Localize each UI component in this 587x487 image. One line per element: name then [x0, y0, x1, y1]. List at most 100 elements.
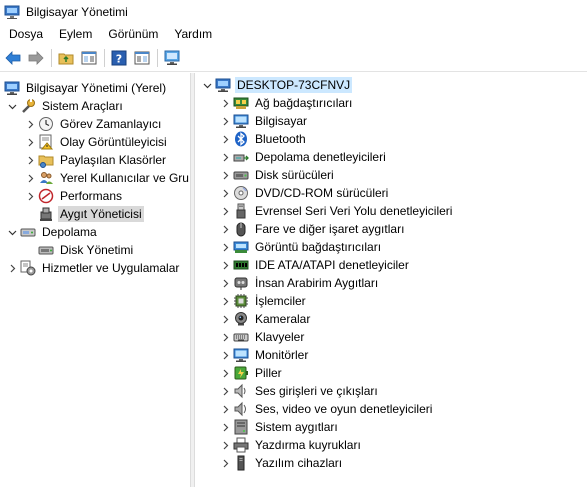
menu-file[interactable]: Dosya: [0, 24, 51, 44]
tree-item-bilgisayar-yonetimi-yerel[interactable]: Bilgisayar Yönetimi (Yerel): [4, 79, 168, 97]
device-category-label: Monitörler: [255, 348, 309, 362]
device-category-bluetooth[interactable]: Bluetooth: [219, 130, 308, 148]
device-category-label: Ses girişleri ve çıkışları: [255, 384, 378, 398]
chevron-right-icon[interactable]: [219, 367, 231, 379]
computer-icon: [215, 77, 231, 93]
chevron-right-icon[interactable]: [219, 187, 231, 199]
chevron-right-icon[interactable]: [219, 313, 231, 325]
chevron-right-icon[interactable]: [219, 295, 231, 307]
chevron-right-icon[interactable]: [219, 331, 231, 343]
menu-action[interactable]: Eylem: [51, 24, 100, 44]
services-icon: [20, 260, 36, 276]
chevron-right-icon[interactable]: [24, 172, 36, 184]
device-category-yazilim-cihazlari[interactable]: Yazılım cihazları: [219, 454, 344, 472]
device-category-label: Bluetooth: [255, 132, 306, 146]
back-arrow-icon: [5, 50, 21, 65]
chevron-down-icon[interactable]: [6, 226, 18, 238]
network-adapter-icon: [233, 95, 249, 111]
chevron-right-icon[interactable]: [219, 97, 231, 109]
hid-icon: [233, 275, 249, 291]
device-category-label: Yazdırma kuyrukları: [255, 438, 361, 452]
device-category-bilgisayar[interactable]: Bilgisayar: [219, 112, 309, 130]
chevron-right-icon[interactable]: [219, 133, 231, 145]
device-category-ide-ata-atapi-denetleyiciler[interactable]: IDE ATA/ATAPI denetleyiciler: [219, 256, 411, 274]
tree-item-gorev-zamanlayici[interactable]: Görev Zamanlayıcı: [24, 115, 163, 133]
tree-item-yerel-kullanicilar-ve-gru[interactable]: Yerel Kullanıcılar ve Gru: [24, 169, 190, 187]
tree-item-paylasilan-klasorler[interactable]: Paylaşılan Klasörler: [24, 151, 168, 169]
up-level-button[interactable]: [56, 48, 76, 68]
chevron-down-icon[interactable]: [201, 79, 213, 91]
chevron-right-icon[interactable]: [6, 262, 18, 274]
tree-item-olay-goruntuleyicisi[interactable]: Olay Görüntüleyicisi: [24, 133, 169, 151]
system-device-icon: [233, 419, 249, 435]
device-category-ses-video-ve-oyun-denetleyicileri[interactable]: Ses, video ve oyun denetleyicileri: [219, 400, 434, 418]
speaker-icon: [233, 383, 249, 399]
chevron-right-icon[interactable]: [24, 154, 36, 166]
scan-hardware-button[interactable]: [162, 48, 182, 68]
sound-icon: [233, 401, 249, 417]
chevron-right-icon[interactable]: [219, 349, 231, 361]
device-category-label: Disk sürücüleri: [255, 168, 334, 182]
tree-item-aygit-yoneticisi[interactable]: Aygıt Yöneticisi: [24, 205, 144, 223]
menu-help[interactable]: Yardım: [166, 24, 220, 44]
chevron-right-icon[interactable]: [219, 223, 231, 235]
chevron-right-icon[interactable]: [24, 136, 36, 148]
chevron-right-icon[interactable]: [219, 385, 231, 397]
chevron-right-icon[interactable]: [24, 190, 36, 202]
chevron-right-icon[interactable]: [219, 205, 231, 217]
console-tree[interactable]: Bilgisayar Yönetimi (Yerel) Sistem Araçla…: [0, 73, 190, 487]
back-button[interactable]: [3, 48, 23, 68]
chevron-right-icon[interactable]: [219, 403, 231, 415]
tree-item-performans[interactable]: Performans: [24, 187, 124, 205]
device-category-evrensel-seri-veri-yolu-denetleyicileri[interactable]: Evrensel Seri Veri Yolu denetleyicileri: [219, 202, 454, 220]
tree-item-label: Performans: [60, 189, 123, 203]
device-category-dvd-cd-rom-suruculeri[interactable]: DVD/CD-ROM sürücüleri: [219, 184, 390, 202]
chevron-right-icon[interactable]: [219, 277, 231, 289]
device-category-fare-ve-diger-isaret-aygitlari[interactable]: Fare ve diğer işaret aygıtları: [219, 220, 406, 238]
forward-button[interactable]: [26, 48, 46, 68]
device-category-kameralar[interactable]: Kameralar: [219, 310, 312, 328]
printer-icon: [233, 437, 249, 453]
device-category-monitorler[interactable]: Monitörler: [219, 346, 310, 364]
device-category-disk-suruculeri[interactable]: Disk sürücüleri: [219, 166, 336, 184]
chevron-right-icon[interactable]: [219, 457, 231, 469]
device-category-islemciler[interactable]: İşlemciler: [219, 292, 308, 310]
device-tree[interactable]: DESKTOP-73CFNVJ Ağ bağdaştırıcıları Bilgi…: [195, 73, 587, 487]
device-category-depolama-denetleyicileri[interactable]: Depolama denetleyicileri: [219, 148, 388, 166]
chevron-right-icon[interactable]: [219, 439, 231, 451]
chevron-right-icon[interactable]: [219, 115, 231, 127]
tree-item-depolama[interactable]: Depolama: [6, 223, 99, 241]
device-category-label: Evrensel Seri Veri Yolu denetleyicileri: [255, 204, 453, 218]
usb-icon: [233, 203, 249, 219]
device-category-ag-bagdastiricilari[interactable]: Ağ bağdaştırıcıları: [219, 94, 354, 112]
tree-item-hizmetler-ve-uygulamalar[interactable]: Hizmetler ve Uygulamalar: [6, 259, 181, 277]
chevron-right-icon[interactable]: [219, 241, 231, 253]
tree-item-label: Olay Görüntüleyicisi: [60, 135, 167, 149]
chevron-right-icon[interactable]: [219, 259, 231, 271]
device-category-klavyeler[interactable]: Klavyeler: [219, 328, 306, 346]
chevron-right-icon[interactable]: [24, 118, 36, 130]
device-category-piller[interactable]: Piller: [219, 364, 284, 382]
chevron-right-icon[interactable]: [219, 421, 231, 433]
tree-item-label: Depolama: [42, 225, 97, 239]
menu-view[interactable]: Görünüm: [100, 24, 166, 44]
device-category-sistem-aygitlari[interactable]: Sistem aygıtları: [219, 418, 340, 436]
help-button[interactable]: ?: [109, 48, 129, 68]
show-hide-tree-button[interactable]: [79, 48, 99, 68]
dvd-icon: [233, 185, 249, 201]
device-category-yazdirma-kuyruklari[interactable]: Yazdırma kuyrukları: [219, 436, 363, 454]
tree-item-sistem-araclari[interactable]: Sistem Araçları: [6, 97, 125, 115]
device-category-ses-girisleri-ve-cikislari[interactable]: Ses girişleri ve çıkışları: [219, 382, 380, 400]
device-category-goruntu-bagdastiricilari[interactable]: Görüntü bağdaştırıcıları: [219, 238, 383, 256]
device-category-insan-arabirim-aygitlari[interactable]: İnsan Arabirim Aygıtları: [219, 274, 380, 292]
toolbar-separator: [51, 48, 52, 67]
chevron-right-icon[interactable]: [219, 151, 231, 163]
device-root-label: DESKTOP-73CFNVJ: [235, 77, 353, 93]
device-root-row[interactable]: DESKTOP-73CFNVJ: [201, 76, 353, 94]
device-category-label: IDE ATA/ATAPI denetleyiciler: [255, 258, 409, 272]
chevron-right-icon[interactable]: [219, 169, 231, 181]
tree-item-disk-yonetimi[interactable]: Disk Yönetimi: [24, 241, 135, 259]
properties-pane-button[interactable]: [132, 48, 152, 68]
chevron-down-icon[interactable]: [6, 100, 18, 112]
